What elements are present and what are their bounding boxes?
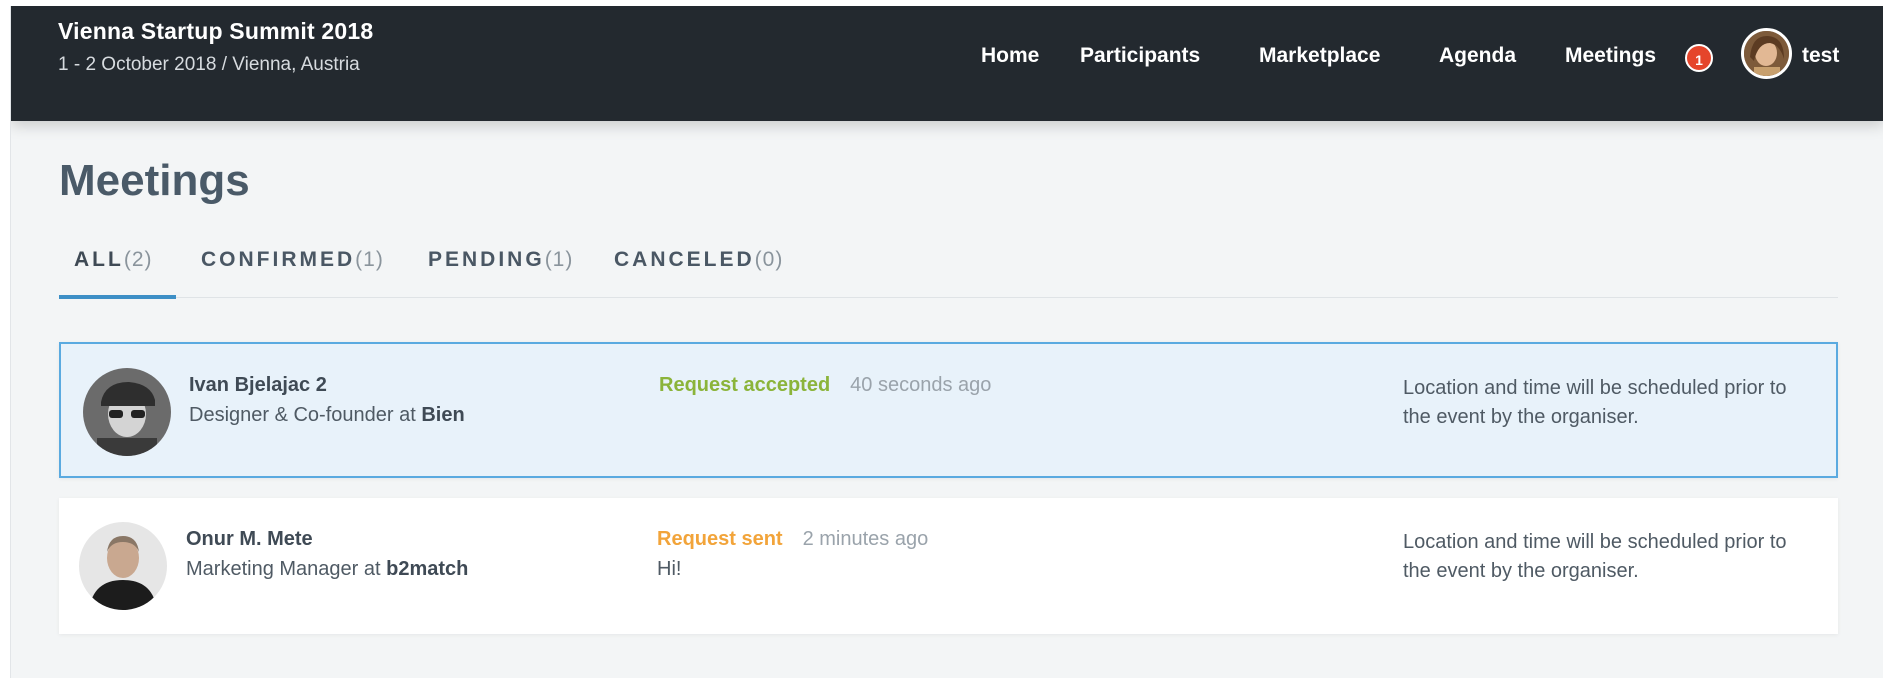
- tab-pending-count: (1): [544, 248, 574, 271]
- status-time: 2 minutes ago: [802, 528, 929, 550]
- status-time: 40 seconds ago: [850, 374, 992, 396]
- participant-name[interactable]: Ivan Bjelajac 2: [189, 374, 465, 397]
- participant-company: b2match: [386, 558, 469, 580]
- active-tab-indicator: [59, 295, 176, 299]
- participant-role: Marketing Manager at b2match: [186, 558, 468, 581]
- tab-pending[interactable]: PENDING(1): [428, 248, 573, 272]
- event-title: Vienna Startup Summit 2018: [58, 18, 374, 44]
- top-navbar: Vienna Startup Summit 2018 1 - 2 October…: [11, 6, 1883, 121]
- nav-agenda[interactable]: Agenda: [1439, 38, 1516, 74]
- event-brand[interactable]: Vienna Startup Summit 2018 1 - 2 October…: [58, 18, 373, 76]
- event-subtitle: 1 - 2 October 2018 / Vienna, Austria: [58, 54, 360, 75]
- user-name[interactable]: test: [1802, 38, 1839, 74]
- meeting-card[interactable]: Ivan Bjelajac 2 Designer & Co-founder at…: [59, 342, 1838, 478]
- page-title: Meetings: [59, 156, 250, 205]
- tab-all[interactable]: ALL(2): [74, 248, 153, 272]
- status-label: Request sent: [657, 528, 783, 550]
- meetings-notification-badge: 1: [1685, 44, 1713, 72]
- nav-home[interactable]: Home: [981, 38, 1039, 74]
- status-label: Request accepted: [659, 374, 831, 396]
- tab-all-count: (2): [123, 248, 153, 271]
- participant-avatar[interactable]: [83, 368, 171, 456]
- participant-company: Bien: [421, 404, 465, 426]
- participant-avatar[interactable]: [79, 522, 167, 610]
- tab-all-label: ALL: [74, 248, 124, 271]
- meeting-location-note: Location and time will be scheduled prio…: [1403, 531, 1787, 582]
- request-message: Hi!: [657, 558, 682, 580]
- meeting-status: Request accepted 40 seconds ago: [659, 374, 991, 397]
- participant-role-text: Marketing Manager at: [186, 558, 387, 580]
- meeting-status: Request sent 2 minutes ago Hi!: [657, 528, 928, 581]
- nav-participants[interactable]: Participants: [1080, 38, 1200, 74]
- participant-info: Onur M. Mete Marketing Manager at b2matc…: [186, 528, 468, 581]
- user-avatar-image: [1744, 31, 1789, 76]
- meeting-card[interactable]: Onur M. Mete Marketing Manager at b2matc…: [59, 498, 1838, 634]
- participant-photo: [79, 522, 167, 610]
- tab-pending-label: PENDING: [428, 248, 545, 271]
- tab-canceled-label: CANCELED: [614, 248, 755, 271]
- tab-confirmed-label: CONFIRMED: [201, 248, 356, 271]
- meeting-filter-tabs: ALL(2) CONFIRMED(1) PENDING(1) CANCELED(…: [59, 238, 1838, 299]
- participant-role-text: Designer & Co-founder at: [189, 404, 422, 426]
- participant-info: Ivan Bjelajac 2 Designer & Co-founder at…: [189, 374, 465, 427]
- tab-canceled[interactable]: CANCELED(0): [614, 248, 783, 272]
- user-avatar[interactable]: [1741, 28, 1792, 79]
- app-frame: Vienna Startup Summit 2018 1 - 2 October…: [10, 6, 1883, 678]
- tab-canceled-count: (0): [754, 248, 784, 271]
- tab-confirmed[interactable]: CONFIRMED(1): [201, 248, 384, 272]
- participant-photo: [83, 368, 171, 456]
- participant-name[interactable]: Onur M. Mete: [186, 528, 468, 551]
- tab-confirmed-count: (1): [355, 248, 384, 271]
- participant-role: Designer & Co-founder at Bien: [189, 404, 465, 427]
- nav-meetings[interactable]: Meetings: [1565, 38, 1656, 74]
- meeting-location-note: Location and time will be scheduled prio…: [1403, 377, 1787, 428]
- nav-marketplace[interactable]: Marketplace: [1259, 38, 1380, 74]
